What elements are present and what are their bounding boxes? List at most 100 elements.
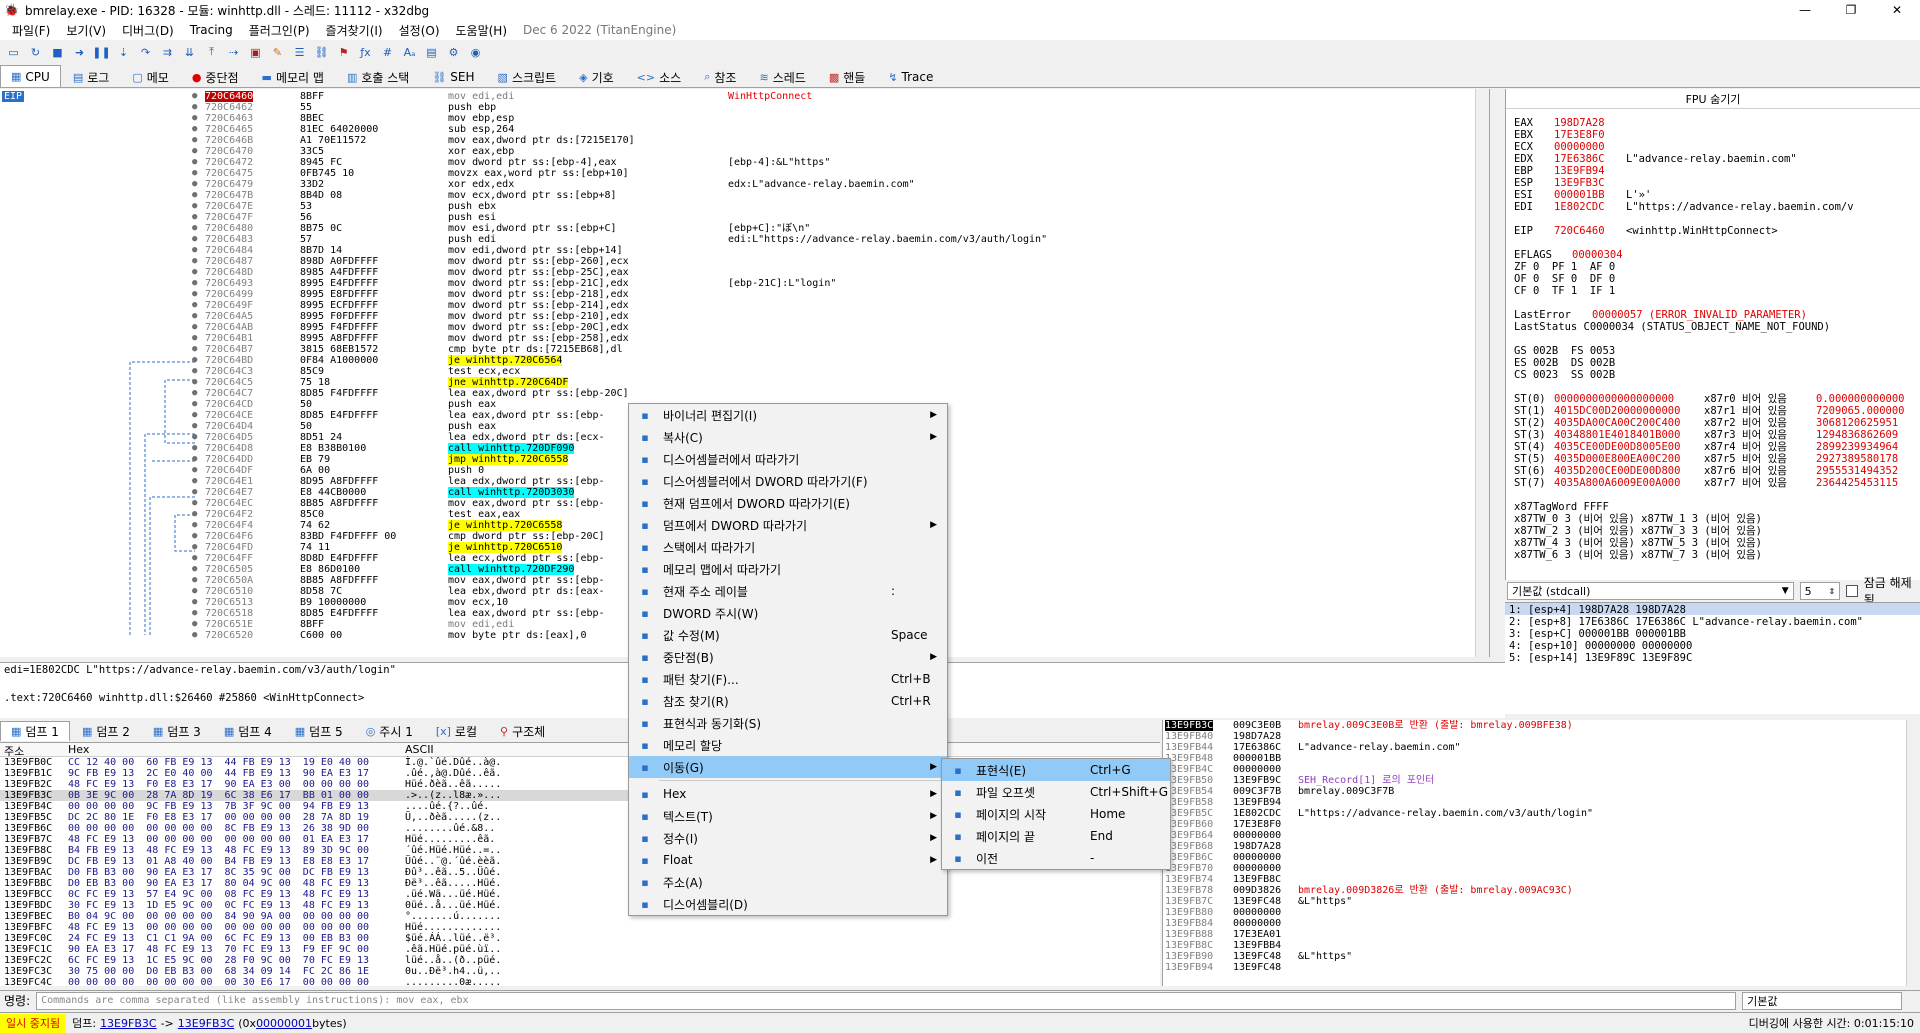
stack-row[interactable]: 13E9FB84 00000000: [1163, 918, 1920, 929]
stack-row[interactable]: 13E9FB7C 13E9FC48 &L"https": [1163, 896, 1920, 907]
menu-item[interactable]: ▪ 복사(C) ▶: [629, 426, 947, 448]
breakpoint-bullet-icon[interactable]: ●: [192, 102, 197, 113]
menu-item[interactable]: ▪ 메모리 할당: [629, 734, 947, 756]
restart-icon[interactable]: ↻: [26, 43, 45, 61]
patch-icon[interactable]: ✎: [268, 43, 287, 61]
menu-item[interactable]: ▪ 참조 찾기(R) Ctrl+R: [629, 690, 947, 712]
execute-till-return-icon[interactable]: ⤒: [202, 43, 221, 61]
tab-dump-4[interactable]: ▦ 덤프 4: [213, 721, 283, 741]
eip-row[interactable]: EIP 720C6460 <winhttp.WinHttpConnect>: [1514, 225, 1778, 237]
breakpoint-bullet-icon[interactable]: ●: [192, 91, 197, 102]
disasm-row[interactable]: ● 720C6460 8BFF mov edi,edi WinHttpConnect: [0, 91, 1480, 102]
menu-item[interactable]: ▪ 값 수정(M) Space: [629, 624, 947, 646]
disasm-row[interactable]: ● 720C646B A1 70E11572 mov eax,dword ptr ds…: [0, 135, 1480, 146]
breakpoint-bullet-icon[interactable]: ●: [192, 619, 197, 630]
menu-item[interactable]: ▪ 주소(A): [629, 871, 947, 893]
disasm-row[interactable]: ● 720C6499 8995 E8FDFFFF mov dword ptr ss:[…: [0, 289, 1480, 300]
breakpoint-bullet-icon[interactable]: ●: [192, 487, 197, 498]
breakpoint-bullet-icon[interactable]: ●: [192, 256, 197, 267]
stack-row[interactable]: 13E9FB50 13E9FB9C SEH_Record[1] 로의 포인터: [1163, 775, 1920, 786]
tab-references[interactable]: ⌕ 참조: [693, 67, 747, 87]
st-row[interactable]: ST(6) 4035D200CE00DE00D800 x87r6 비어 있음 2955…: [1514, 465, 1898, 477]
dump-from-link[interactable]: 13E9FB3C: [100, 1017, 157, 1030]
stack-row[interactable]: 13E9FB6C 00000000: [1163, 852, 1920, 863]
breakpoint-bullet-icon[interactable]: ●: [192, 333, 197, 344]
stack-row[interactable]: 13E9FB60 17E3E8F0: [1163, 819, 1920, 830]
breakpoint-bullet-icon[interactable]: ●: [192, 410, 197, 421]
stack-row[interactable]: 13E9FB64 00000000: [1163, 830, 1920, 841]
menu-file[interactable]: 파일(F): [4, 22, 58, 39]
scylla-icon[interactable]: ▣: [246, 43, 265, 61]
breakpoint-bullet-icon[interactable]: ●: [192, 311, 197, 322]
breakpoint-bullet-icon[interactable]: ●: [192, 157, 197, 168]
disasm-row[interactable]: ● 720C648D 8985 A4FDFFFF mov dword ptr ss:[…: [0, 267, 1480, 278]
disasm-row[interactable]: ● 720C6465 81EC 64020000 sub esp,264: [0, 124, 1480, 135]
breakpoint-bullet-icon[interactable]: ●: [192, 344, 197, 355]
disasm-row[interactable]: ● 720C647E 53 push ebx: [0, 201, 1480, 212]
tag-row[interactable]: x87TW_4 3 (비어 있음) x87TW_5 3 (비어 있음): [1514, 537, 1762, 549]
breakpoint-bullet-icon[interactable]: ●: [192, 377, 197, 388]
breakpoint-bullet-icon[interactable]: ●: [192, 399, 197, 410]
menu-item[interactable]: ▪ 텍스트(T) ▶: [629, 805, 947, 827]
tag-row[interactable]: x87TW_2 3 (비어 있음) x87TW_3 3 (비어 있음): [1514, 525, 1762, 537]
menu-item[interactable]: ▪ 덤프에서 DWORD 따라가기 ▶: [629, 514, 947, 536]
menu-item[interactable]: ▪ 현재 덤프에서 DWORD 따라가기(E): [629, 492, 947, 514]
menu-item[interactable]: ▪ 패턴 찾기(F)... Ctrl+B: [629, 668, 947, 690]
breakpoint-bullet-icon[interactable]: ●: [192, 113, 197, 124]
disasm-scrollbar[interactable]: [1475, 89, 1489, 657]
segment-row[interactable]: ES 002B DS 002B: [1514, 357, 1615, 369]
breakpoint-bullet-icon[interactable]: ●: [192, 355, 197, 366]
tagword-row[interactable]: x87TagWord FFFF: [1514, 501, 1609, 513]
breakpoint-bullet-icon[interactable]: ●: [192, 421, 197, 432]
stack-row[interactable]: 13E9FB3C 009C3E0B bmrelay.009C3E0B로 반환 (출발…: [1163, 720, 1920, 731]
menu-item[interactable]: ▪ 스택에서 따라가기: [629, 536, 947, 558]
comments-icon[interactable]: ☰: [290, 43, 309, 61]
segment-row[interactable]: CS 0023 SS 002B: [1514, 369, 1615, 381]
flags-row[interactable]: CF 0 TF 1 IF 1: [1514, 285, 1615, 297]
flags-row[interactable]: ZF 0 PF 1 AF 0: [1514, 261, 1615, 273]
breakpoint-bullet-icon[interactable]: ●: [192, 586, 197, 597]
labels-icon[interactable]: ⛓: [312, 43, 331, 61]
stack-row[interactable]: 13E9FB4C 00000000: [1163, 764, 1920, 775]
menu-item[interactable]: ▪ 바이너리 편집기(I) ▶: [629, 404, 947, 426]
menu-help[interactable]: 도움말(H): [448, 22, 516, 39]
breakpoint-bullet-icon[interactable]: ●: [192, 267, 197, 278]
menu-tracing[interactable]: Tracing: [182, 23, 241, 37]
menu-item[interactable]: ▪ 페이지의 시작 Home: [942, 803, 1170, 825]
register-row[interactable]: EAX 198D7A28: [1514, 117, 1626, 129]
breakpoint-bullet-icon[interactable]: ●: [192, 223, 197, 234]
tab-breakpoints[interactable]: ● 중단점: [181, 67, 250, 87]
arg-row[interactable]: 2: [esp+8] 17E6386C 17E6386C L"advance-r…: [1505, 615, 1920, 628]
breakpoint-bullet-icon[interactable]: ●: [192, 245, 197, 256]
disasm-row[interactable]: ● 720C6475 0FB745 10 movzx eax,word ptr ss:…: [0, 168, 1480, 179]
stack-row[interactable]: 13E9FB54 009C3F7B bmrelay.009C3F7B: [1163, 786, 1920, 797]
breakpoint-bullet-icon[interactable]: ●: [192, 179, 197, 190]
tab-trace[interactable]: ↯ Trace: [877, 67, 944, 87]
dump-row[interactable]: 13E9FBEC B0 04 9C 00 00 00 00 00 84 90 9A…: [0, 911, 1160, 922]
settings-icon[interactable]: ⚙: [444, 43, 463, 61]
last-status-row[interactable]: LastStatus C0000034 (STATUS_OBJECT_NAME_…: [1514, 321, 1830, 333]
disasm-row[interactable]: ● 720C6479 33D2 xor edx,edx edx:L"advance-re…: [0, 179, 1480, 190]
tab-handles[interactable]: ▩ 핸들: [818, 67, 877, 87]
step-into-icon[interactable]: ⇣: [114, 43, 133, 61]
register-row[interactable]: EDX 17E6386C L"advance-relay.baemin.com": [1514, 153, 1797, 165]
stack-row[interactable]: 13E9FB8C 13E9FBB4: [1163, 940, 1920, 951]
disasm-row[interactable]: ● 720C64B1 8995 A8FDFFFF mov dword ptr ss:[…: [0, 333, 1480, 344]
flags-row[interactable]: OF 0 SF 0 DF 0: [1514, 273, 1615, 285]
breakpoint-bullet-icon[interactable]: ●: [192, 465, 197, 476]
step-over-icon[interactable]: ↷: [136, 43, 155, 61]
breakpoint-bullet-icon[interactable]: ●: [192, 597, 197, 608]
breakpoint-bullet-icon[interactable]: ●: [192, 608, 197, 619]
tab-script[interactable]: ▧ 스크립트: [487, 67, 568, 87]
register-row[interactable]: ESP 13E9FB3C: [1514, 177, 1626, 189]
breakpoint-bullet-icon[interactable]: ●: [192, 289, 197, 300]
disasm-row[interactable]: ● 720C6463 8BEC mov ebp,esp: [0, 113, 1480, 124]
tag-row[interactable]: x87TW_0 3 (비어 있음) x87TW_1 3 (비어 있음): [1514, 513, 1762, 525]
breakpoint-bullet-icon[interactable]: ●: [192, 454, 197, 465]
tab-locals[interactable]: [x] 로컬: [425, 721, 488, 741]
breakpoint-bullet-icon[interactable]: ●: [192, 630, 197, 641]
minimize-button[interactable]: —: [1782, 0, 1828, 20]
tab-dump-1[interactable]: ▦ 덤프 1: [0, 721, 70, 741]
trace-over-icon[interactable]: ⇊: [180, 43, 199, 61]
breakpoint-bullet-icon[interactable]: ●: [192, 322, 197, 333]
